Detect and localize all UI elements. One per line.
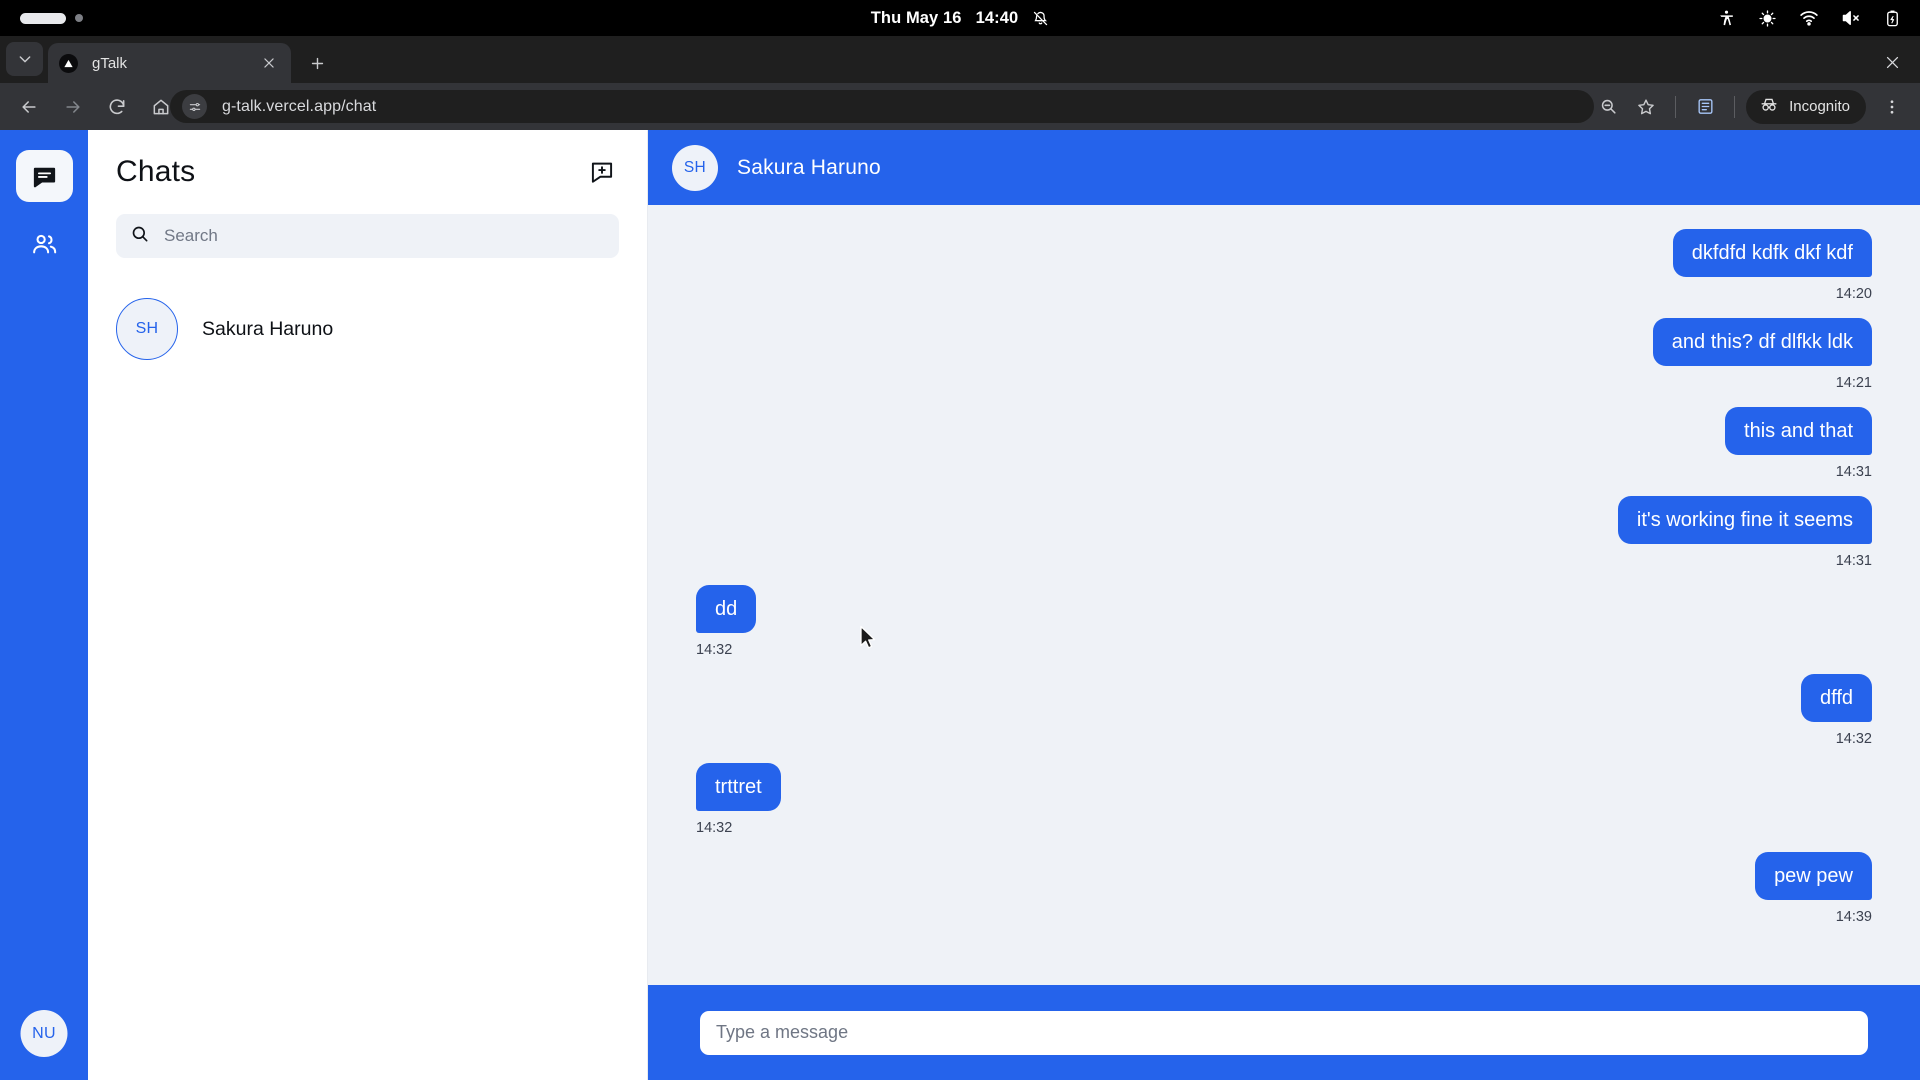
message-bubble[interactable]: it's working fine it seems xyxy=(1617,496,1872,544)
contact-name: Sakura Haruno xyxy=(202,317,334,340)
message-bubble[interactable]: pew pew xyxy=(1755,852,1872,900)
message-out: it's working fine it seems 14:31 xyxy=(696,496,1872,569)
sidebar-item-contacts[interactable] xyxy=(16,218,73,270)
avatar: SH xyxy=(672,144,718,191)
message-bubble[interactable]: dkfdfd kdfk dkf kdf xyxy=(1672,229,1872,277)
message-timestamp: 14:31 xyxy=(1835,553,1872,569)
message-bubble[interactable]: dffd xyxy=(1801,674,1872,722)
forward-icon[interactable] xyxy=(54,88,92,126)
back-icon[interactable] xyxy=(10,88,48,126)
new-chat-icon[interactable] xyxy=(585,155,619,189)
message-timestamp: 14:32 xyxy=(696,642,733,658)
message-timestamp: 14:32 xyxy=(696,820,733,836)
search-input[interactable]: Search xyxy=(116,214,619,258)
message-out: and this? df dlfkk ldk 14:21 xyxy=(696,318,1872,391)
window-close-button[interactable] xyxy=(1878,48,1906,76)
conversation-title: Sakura Haruno xyxy=(737,155,881,179)
message-out: dkfdfd kdfk dkf kdf 14:20 xyxy=(696,229,1872,302)
message-bubble[interactable]: and this? df dlfkk ldk xyxy=(1652,318,1872,366)
message-timestamp: 14:32 xyxy=(1835,731,1872,747)
message-timestamp: 14:39 xyxy=(1835,909,1872,925)
browser-toolbar: g-talk.vercel.app/chat Incognito xyxy=(0,83,1920,130)
search-placeholder: Search xyxy=(164,226,218,245)
sidebar-item-chats[interactable] xyxy=(15,150,73,202)
message-out: this and that 14:31 xyxy=(696,407,1872,480)
screen: Thu May 16 14:40 gTalk g-talk.vercel.app… xyxy=(0,0,1920,1080)
message-input[interactable]: Type a message xyxy=(700,1010,1868,1055)
wifi-icon[interactable] xyxy=(1799,8,1819,28)
system-clock[interactable]: Thu May 16 14:40 xyxy=(0,9,1920,28)
message-bubble[interactable]: trttret xyxy=(696,763,781,811)
message-composer: Type a message xyxy=(648,985,1920,1080)
message-out: pew pew 14:39 xyxy=(696,852,1872,925)
volume-muted-icon[interactable] xyxy=(1841,8,1861,28)
message-list[interactable]: dkfdfd kdfk dkf kdf 14:20 and this? df dlf… xyxy=(648,205,1920,985)
message-timestamp: 14:21 xyxy=(1835,375,1872,391)
conversation-header: SH Sakura Haruno xyxy=(648,130,1920,205)
clock-time: 14:40 xyxy=(975,8,1019,27)
display-brightness-icon[interactable] xyxy=(1758,9,1777,28)
message-input-placeholder: Type a message xyxy=(716,1022,849,1042)
battery-charging-icon[interactable] xyxy=(1883,9,1902,28)
avatar: SH xyxy=(116,298,178,360)
bell-off-icon xyxy=(1032,10,1049,27)
bookmark-star-icon[interactable] xyxy=(1628,89,1664,125)
new-tab-button[interactable] xyxy=(303,49,332,78)
address-bar[interactable]: g-talk.vercel.app/chat xyxy=(170,90,1594,123)
reload-icon[interactable] xyxy=(98,88,136,126)
accessibility-icon[interactable] xyxy=(1717,9,1736,28)
message-out: dffd 14:32 xyxy=(696,674,1872,747)
clock-date: Thu May 16 xyxy=(870,8,962,27)
message-in: trttret 14:32 xyxy=(696,763,1872,836)
chat-list-header: Chats xyxy=(116,130,619,200)
tab-search-button[interactable] xyxy=(6,42,43,76)
conversation-panel: SH Sakura Haruno dkfdfd kdfk dkf kdf 14:2… xyxy=(648,130,1920,1080)
site-settings-icon[interactable] xyxy=(182,94,207,119)
message-timestamp: 14:31 xyxy=(1835,464,1872,480)
three-dot-menu-icon[interactable] xyxy=(1874,89,1910,125)
system-top-bar: Thu May 16 14:40 xyxy=(0,0,1920,36)
incognito-label: Incognito xyxy=(1789,98,1850,115)
tab-close-icon[interactable] xyxy=(258,52,280,74)
list-item[interactable]: SH Sakura Haruno xyxy=(116,294,619,364)
message-in: dd 14:32 xyxy=(696,585,1872,658)
toolbar-divider-2 xyxy=(1734,95,1736,118)
page-title: Chats xyxy=(116,155,196,188)
gtalk-app: NU Chats Search SH Sakura Haruno SH Saku… xyxy=(0,130,1920,1080)
toolbar-divider xyxy=(1675,95,1677,118)
current-user-avatar[interactable]: NU xyxy=(20,1010,68,1057)
message-bubble[interactable]: this and that xyxy=(1725,407,1872,455)
incognito-profile-button[interactable]: Incognito xyxy=(1746,89,1866,124)
search-icon xyxy=(130,224,150,249)
address-bar-url: g-talk.vercel.app/chat xyxy=(222,97,377,115)
chat-list-panel: Chats Search SH Sakura Haruno xyxy=(88,130,648,1080)
tab-title: gTalk xyxy=(92,54,128,72)
app-rail: NU xyxy=(0,130,88,1080)
vercel-triangle-icon xyxy=(59,53,78,73)
browser-tab-gtalk[interactable]: gTalk xyxy=(48,43,291,83)
browser-tab-strip: gTalk xyxy=(0,36,1920,83)
incognito-icon xyxy=(1759,95,1779,119)
message-bubble[interactable]: dd xyxy=(696,585,757,633)
message-timestamp: 14:20 xyxy=(1835,286,1872,302)
system-tray[interactable] xyxy=(1717,0,1902,36)
zoom-out-icon[interactable] xyxy=(1590,89,1626,125)
reading-list-icon[interactable] xyxy=(1687,89,1723,125)
